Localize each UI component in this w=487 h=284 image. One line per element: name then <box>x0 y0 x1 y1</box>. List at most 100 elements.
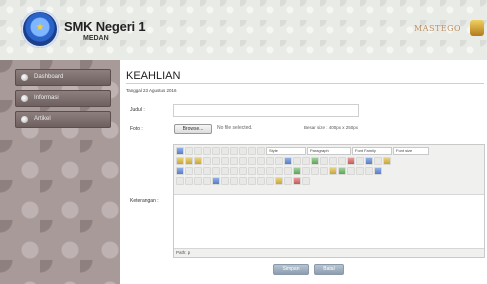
foto-label: Foto : <box>130 126 143 132</box>
citation-icon[interactable] <box>221 177 229 185</box>
code-icon[interactable] <box>338 157 346 165</box>
absolute-icon[interactable] <box>203 177 211 185</box>
judul-input[interactable] <box>173 104 359 117</box>
sidebar-item-artikel[interactable]: Artikel <box>15 111 111 128</box>
merge-cells-icon[interactable] <box>266 167 274 175</box>
attributes-icon[interactable] <box>266 177 274 185</box>
preview-icon[interactable] <box>365 157 373 165</box>
insert-row-after-icon[interactable] <box>212 167 220 175</box>
date-line: Tanggal 23 Agustus 2016 <box>126 88 177 93</box>
blockquote-icon[interactable] <box>257 157 265 165</box>
numbered-list-icon[interactable] <box>230 157 238 165</box>
nonbreaking-icon[interactable] <box>302 177 310 185</box>
link-icon[interactable] <box>284 157 292 165</box>
undo-icon[interactable] <box>266 157 274 165</box>
sidebar-item-label: Informasi <box>34 95 59 101</box>
horizontal-rule-icon[interactable] <box>275 167 283 175</box>
abbreviation-icon[interactable] <box>230 177 238 185</box>
judul-label: Judul : <box>130 107 145 113</box>
align-center-icon[interactable] <box>239 147 247 155</box>
cut-icon[interactable] <box>176 157 184 165</box>
insert-date-icon[interactable] <box>347 157 355 165</box>
insert-layer-icon[interactable] <box>176 177 184 185</box>
image-icon[interactable] <box>311 157 319 165</box>
indent-icon[interactable] <box>248 157 256 165</box>
font-size-select[interactable]: Font size <box>393 147 429 155</box>
new-document-icon[interactable] <box>185 147 193 155</box>
text-color-icon[interactable] <box>374 157 382 165</box>
insert-column-before-icon[interactable] <box>230 167 238 175</box>
visual-aid-icon[interactable] <box>293 167 301 175</box>
move-backward-icon[interactable] <box>194 177 202 185</box>
print-icon[interactable] <box>347 167 355 175</box>
bullet-icon <box>21 95 28 102</box>
redo-icon[interactable] <box>275 157 283 165</box>
toolbar-row-4 <box>176 177 310 186</box>
font-family-select[interactable]: Font Family <box>352 147 392 155</box>
browse-button[interactable]: Browse... <box>174 124 212 134</box>
size-hint: Besar size : 400px x 250px <box>304 125 359 130</box>
underline-icon[interactable] <box>212 147 220 155</box>
remove-format-icon[interactable] <box>284 167 292 175</box>
align-justify-icon[interactable] <box>257 147 265 155</box>
page-break-icon[interactable] <box>284 177 292 185</box>
insert-time-icon[interactable] <box>356 157 364 165</box>
paste-text-icon[interactable] <box>203 157 211 165</box>
paste-word-icon[interactable] <box>212 157 220 165</box>
save-icon[interactable] <box>176 147 184 155</box>
align-right-icon[interactable] <box>248 147 256 155</box>
cleanup-icon[interactable] <box>320 157 328 165</box>
school-city: MEDAN <box>83 35 109 42</box>
deletion-icon[interactable] <box>248 177 256 185</box>
help-icon[interactable] <box>329 157 337 165</box>
bullet-icon <box>21 74 28 81</box>
format-select[interactable]: Paragraph <box>307 147 351 155</box>
emoticon-icon[interactable] <box>329 167 337 175</box>
title-divider <box>126 83 484 84</box>
copy-icon[interactable] <box>185 157 193 165</box>
anchor-icon[interactable] <box>302 157 310 165</box>
acronym-icon[interactable] <box>239 177 247 185</box>
italic-icon[interactable] <box>203 147 211 155</box>
outdent-icon[interactable] <box>239 157 247 165</box>
sidebar-item-dashboard[interactable]: Dashboard <box>15 69 111 86</box>
bold-icon[interactable] <box>194 147 202 155</box>
special-char-icon[interactable] <box>320 167 328 175</box>
star-icon <box>36 23 44 31</box>
simpan-button[interactable]: Simpan <box>273 264 309 275</box>
delete-column-icon[interactable] <box>248 167 256 175</box>
row-properties-icon[interactable] <box>185 167 193 175</box>
spellcheck-icon[interactable] <box>293 177 301 185</box>
cell-properties-icon[interactable] <box>194 167 202 175</box>
header: SMK Negeri 1 MEDAN MASTEGO <box>0 0 487 60</box>
align-left-icon[interactable] <box>230 147 238 155</box>
superscript-icon[interactable] <box>311 167 319 175</box>
bullet-list-icon[interactable] <box>221 157 229 165</box>
editor-status-path: Path: p <box>174 248 484 257</box>
move-forward-icon[interactable] <box>185 177 193 185</box>
unlink-icon[interactable] <box>293 157 301 165</box>
delete-row-icon[interactable] <box>221 167 229 175</box>
insert-column-after-icon[interactable] <box>239 167 247 175</box>
paste-icon[interactable] <box>194 157 202 165</box>
table-icon[interactable] <box>176 167 184 175</box>
ltr-icon[interactable] <box>356 167 364 175</box>
sidebar-item-informasi[interactable]: Informasi <box>15 90 111 107</box>
insertion-icon[interactable] <box>257 177 265 185</box>
style-select[interactable]: Style <box>266 147 306 155</box>
batal-button[interactable]: Batal <box>314 264 344 275</box>
split-cells-icon[interactable] <box>257 167 265 175</box>
strikethrough-icon[interactable] <box>221 147 229 155</box>
rtl-icon[interactable] <box>365 167 373 175</box>
sidebar-item-label: Artikel <box>34 116 51 122</box>
media-icon[interactable] <box>338 167 346 175</box>
subscript-icon[interactable] <box>302 167 310 175</box>
sidebar-item-label: Dashboard <box>34 74 64 80</box>
highlight-color-icon[interactable] <box>383 157 391 165</box>
insert-row-before-icon[interactable] <box>203 167 211 175</box>
template-icon[interactable] <box>275 177 283 185</box>
fullscreen-icon[interactable] <box>374 167 382 175</box>
brand-icon <box>470 20 484 36</box>
editor-content-area[interactable] <box>174 196 484 248</box>
styles-icon[interactable] <box>212 177 220 185</box>
